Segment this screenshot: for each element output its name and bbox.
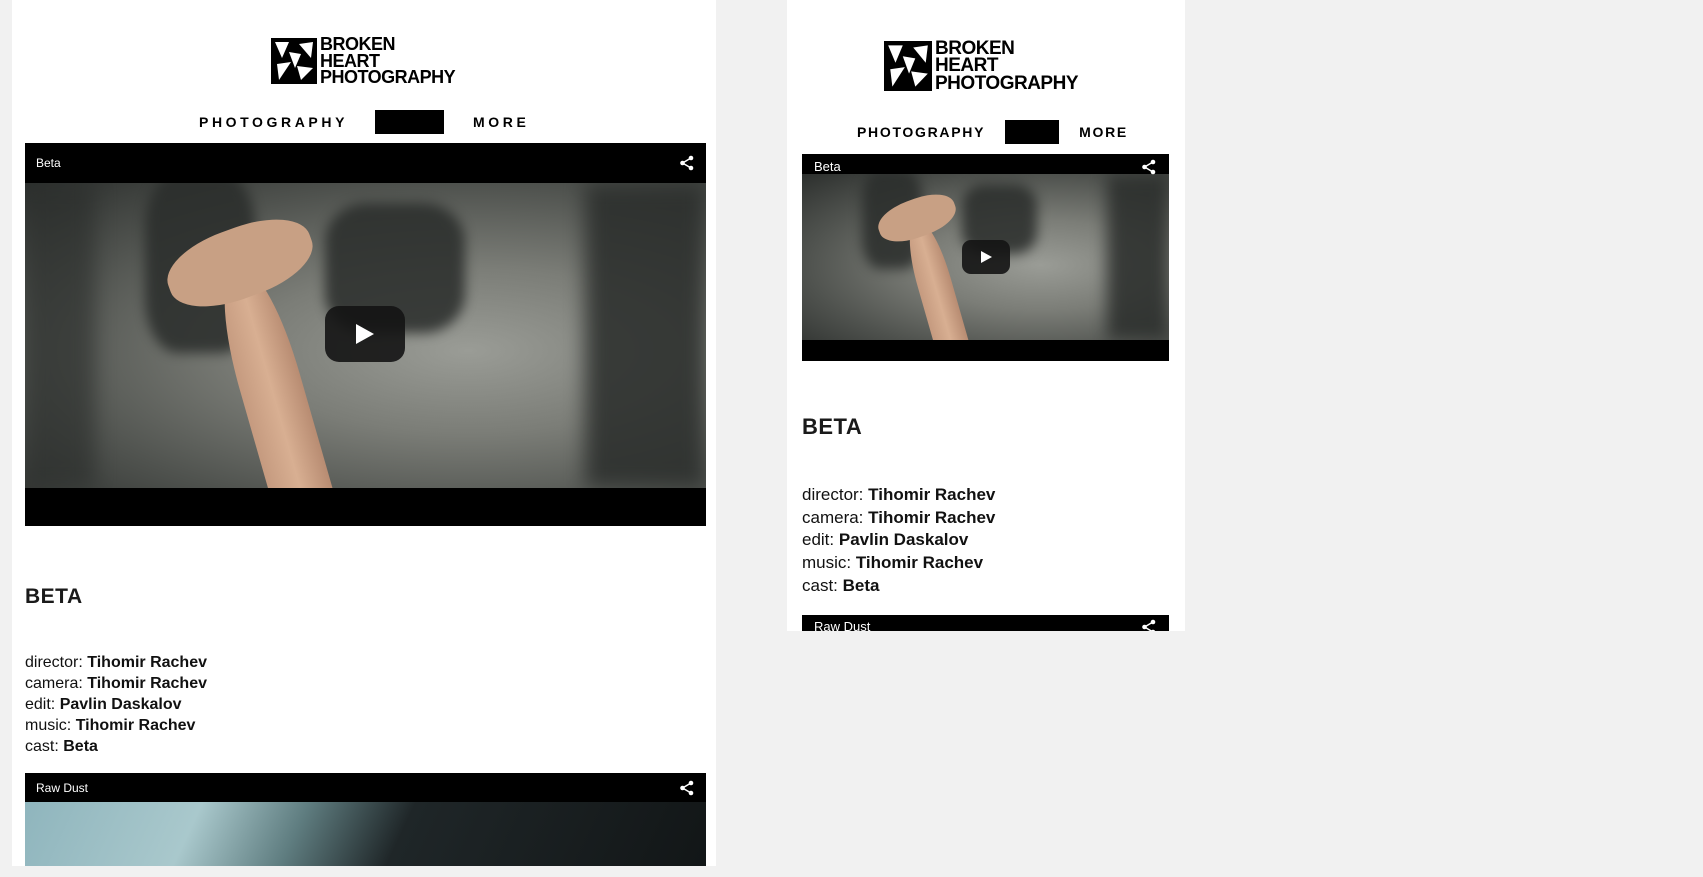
share-icon[interactable]: [679, 155, 695, 171]
video-player-beta[interactable]: Beta: [802, 154, 1169, 361]
main-nav: PHOTOGRAPHY MORE: [857, 120, 1128, 144]
project-heading: BETA: [25, 585, 83, 608]
credit-label: camera:: [25, 675, 83, 692]
desktop-preview-panel: BROKEN HEART PHOTOGRAPHY PHOTOGRAPHY MOR…: [12, 0, 716, 866]
video-title[interactable]: Beta: [814, 159, 841, 174]
share-icon[interactable]: [1141, 619, 1157, 631]
credit-row: director: Tihomir Rachev: [802, 484, 995, 507]
project-heading: BETA: [802, 414, 863, 439]
credit-label: director:: [25, 654, 83, 671]
video-header: Raw Dust: [802, 619, 1169, 631]
credit-label: edit:: [25, 696, 56, 713]
nav-more[interactable]: MORE: [473, 114, 529, 130]
nav-photography[interactable]: PHOTOGRAPHY: [857, 124, 985, 140]
credit-value: Beta: [63, 738, 98, 755]
video-header: Raw Dust: [25, 773, 706, 802]
logo-line-3: PHOTOGRAPHY: [935, 72, 1079, 94]
credit-row: edit: Pavlin Daskalov: [802, 529, 995, 552]
site-logo[interactable]: BROKEN HEART PHOTOGRAPHY: [271, 35, 456, 88]
video-title[interactable]: Raw Dust: [814, 619, 870, 631]
credit-value: Pavlin Daskalov: [59, 696, 182, 713]
video-player-raw-dust[interactable]: Raw Dust: [25, 773, 706, 866]
logo-mark-icon: [884, 41, 932, 92]
nav-more[interactable]: MORE: [1079, 124, 1128, 140]
credit-row: edit: Pavlin Daskalov: [25, 694, 207, 715]
video-title[interactable]: Raw Dust: [36, 781, 88, 795]
video-header: Beta: [802, 156, 1169, 177]
credit-value: Tihomir Rachev: [868, 507, 996, 527]
play-icon: [980, 251, 992, 263]
credit-row: director: Tihomir Rachev: [25, 652, 207, 673]
credit-value: Pavlin Daskalov: [838, 530, 969, 550]
site-logo[interactable]: BROKEN HEART PHOTOGRAPHY: [884, 39, 1079, 94]
nav-active-block[interactable]: [1005, 120, 1060, 144]
logo-line-3: PHOTOGRAPHY: [320, 67, 456, 88]
credit-row: music: Tihomir Rachev: [25, 715, 207, 736]
video-player-beta[interactable]: Beta: [25, 143, 706, 526]
video-player-raw-dust[interactable]: Raw Dust: [802, 615, 1169, 631]
credit-value: Beta: [842, 575, 880, 595]
credit-row: camera: Tihomir Rachev: [25, 673, 207, 694]
play-button[interactable]: [325, 306, 405, 362]
video-header: Beta: [25, 143, 706, 183]
credits-list: director: Tihomir Rachev camera: Tihomir…: [802, 484, 995, 598]
play-button[interactable]: [962, 240, 1010, 274]
credit-label: cast:: [802, 575, 838, 595]
credit-value: Tihomir Rachev: [87, 654, 207, 671]
credit-label: music:: [802, 553, 852, 573]
mobile-preview-panel: BROKEN HEART PHOTOGRAPHY PHOTOGRAPHY MOR…: [787, 0, 1185, 631]
credit-row: music: Tihomir Rachev: [802, 552, 995, 575]
share-icon[interactable]: [679, 780, 695, 796]
credit-label: cast:: [25, 738, 59, 755]
credit-label: camera:: [802, 507, 864, 527]
credit-row: camera: Tihomir Rachev: [802, 507, 995, 530]
credit-label: edit:: [802, 530, 835, 550]
credit-value: Tihomir Rachev: [855, 553, 984, 573]
main-nav: PHOTOGRAPHY MORE: [199, 110, 529, 134]
nav-active-block[interactable]: [375, 110, 445, 134]
logo-mark-icon: [271, 37, 317, 84]
credit-value: Tihomir Rachev: [75, 717, 196, 734]
video-title[interactable]: Beta: [36, 156, 61, 170]
video-thumbnail[interactable]: [25, 802, 706, 866]
credit-row: cast: Beta: [25, 736, 207, 757]
credit-label: director:: [802, 485, 864, 504]
credit-value: Tihomir Rachev: [868, 485, 996, 504]
credits-list: director: Tihomir Rachev camera: Tihomir…: [25, 652, 207, 757]
share-icon[interactable]: [1141, 159, 1157, 175]
credit-value: Tihomir Rachev: [87, 675, 207, 692]
credit-row: cast: Beta: [802, 575, 995, 598]
nav-photography[interactable]: PHOTOGRAPHY: [199, 114, 348, 130]
credit-label: music:: [25, 717, 72, 734]
play-icon: [356, 324, 374, 344]
